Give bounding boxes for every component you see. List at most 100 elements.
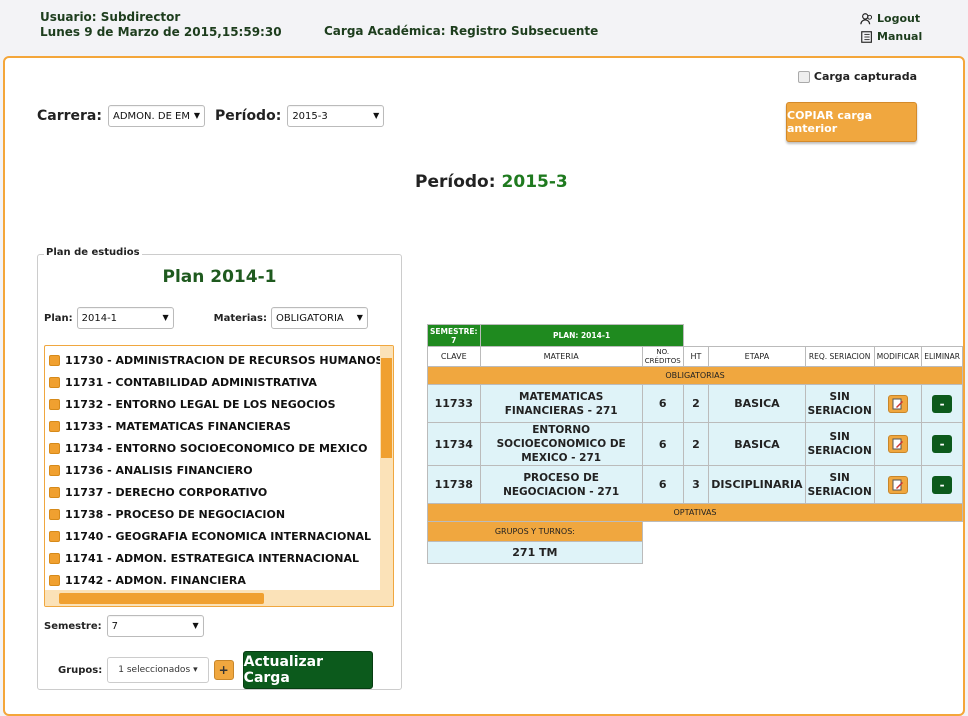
materias-list: 11730 - ADMINISTRACION DE RECURSOS HUMAN… [45, 346, 393, 591]
table-row: 11738 PROCESO DE NEGOCIACION - 271 6 3 D… [427, 465, 963, 504]
actualizar-carga-button[interactable]: Actualizar Carga [242, 651, 373, 689]
scrollbar-thumb[interactable] [59, 593, 264, 604]
cell-req: SIN SERIACION [804, 465, 875, 504]
carrera-label: Carrera: [37, 108, 102, 124]
cell-materia: PROCESO DE NEGOCIACION - 271 [479, 465, 643, 504]
checkbox-icon[interactable] [49, 486, 60, 498]
list-item[interactable]: 11734 - ENTORNO SOCIOECONOMICO DE MEXICO [47, 437, 393, 459]
plan-estudios-box: Plan de estudios Plan 2014-1 Plan: 2014-… [37, 247, 402, 690]
cell-clave: 11734 [427, 422, 481, 466]
delete-button[interactable]: - [932, 435, 953, 453]
carga-capturada[interactable]: Carga capturada [797, 70, 917, 83]
header-links: Logout Manual [860, 10, 922, 46]
semestre-select[interactable]: 7 ▼ [106, 615, 204, 637]
scrollbar-thumb[interactable] [381, 358, 392, 458]
grupos-turnos-value: 271 TM [427, 541, 643, 564]
list-item[interactable]: 11730 - ADMINISTRACION DE RECURSOS HUMAN… [47, 349, 393, 371]
cell-clave: 11733 [427, 384, 481, 423]
cell-materia: ENTORNO SOCIOECONOMICO DE MEXICO - 271 [479, 422, 643, 466]
checkbox-icon[interactable] [49, 354, 60, 366]
cell-clave: 11738 [427, 465, 481, 504]
grupos-dropdown[interactable]: 1 seleccionados ▾ [107, 657, 209, 683]
plan-label: Plan: [44, 312, 73, 324]
book-icon [861, 31, 872, 43]
filters: Carrera: ADMON. DE EM ▼ Período: 2015-3 … [37, 105, 385, 127]
plan-select[interactable]: 2014-1 ▼ [76, 307, 174, 329]
checkbox-icon[interactable] [49, 552, 60, 564]
edit-icon[interactable] [887, 475, 908, 494]
add-grupo-button[interactable]: + [213, 660, 234, 680]
datetime: Lunes 9 de Marzo de 2015,15:59:30 [40, 25, 282, 39]
cell-eliminar: - [921, 465, 963, 504]
edit-icon[interactable] [887, 435, 908, 453]
list-item[interactable]: 11736 - ANALISIS FINANCIERO [47, 459, 393, 481]
cell-modificar [873, 465, 923, 504]
users-icon [860, 13, 873, 25]
periodo-heading-value: 2015-3 [501, 172, 568, 192]
cell-ht: 3 [682, 465, 710, 504]
delete-button[interactable]: - [932, 394, 953, 413]
plan-header: PLAN: 2014-1 [479, 324, 684, 347]
edit-icon[interactable] [887, 394, 908, 413]
list-item[interactable]: 11738 - PROCESO DE NEGOCIACION [47, 503, 393, 525]
grupos-value: 1 seleccionados [118, 665, 191, 675]
list-item[interactable]: 11741 - ADMON. ESTRATEGICA INTERNACIONAL [47, 547, 393, 569]
col-etapa: ETAPA [708, 346, 806, 367]
col-clave: CLAVE [427, 346, 481, 367]
materias-select[interactable]: OBLIGATORIA ▼ [270, 307, 368, 329]
checkbox-icon[interactable] [49, 420, 60, 432]
list-item[interactable]: 11737 - DERECHO CORPORATIVO [47, 481, 393, 503]
optativas-band: OPTATIVAS [427, 503, 963, 522]
cell-req: SIN SERIACION [804, 384, 875, 423]
list-item-label: 11740 - GEOGRAFIA ECONOMICA INTERNACIONA… [65, 529, 372, 543]
plan-title: Plan 2014-1 [162, 267, 277, 287]
carga-capturada-checkbox[interactable] [797, 70, 810, 83]
carrera-select[interactable]: ADMON. DE EM ▼ [107, 105, 205, 127]
copiar-carga-button[interactable]: COPIAR carga anterior [786, 102, 917, 142]
vertical-scrollbar[interactable] [380, 346, 393, 592]
grupos-turnos-header: GRUPOS Y TURNOS: [427, 521, 643, 542]
manual-label: Manual [877, 30, 923, 43]
delete-button[interactable]: - [932, 475, 953, 494]
checkbox-icon[interactable] [49, 398, 60, 410]
empty-cell [683, 325, 962, 347]
logout-link[interactable]: Logout [860, 10, 922, 28]
col-creditos: NO. CRÉDITOS [641, 346, 684, 367]
carrera-value: ADMON. DE EM [112, 110, 191, 122]
chevron-down-icon: ▼ [193, 111, 200, 120]
periodo-select[interactable]: 2015-3 ▼ [287, 105, 385, 127]
plan-legend: Plan de estudios [44, 247, 142, 258]
list-item[interactable]: 11740 - GEOGRAFIA ECONOMICA INTERNACIONA… [47, 525, 393, 547]
plan-value: 2014-1 [81, 312, 118, 324]
checkbox-icon[interactable] [49, 574, 60, 586]
list-item[interactable]: 11732 - ENTORNO LEGAL DE LOS NEGOCIOS [47, 393, 393, 415]
cell-creditos: 6 [641, 422, 684, 466]
semestre-value: 7 [111, 620, 119, 632]
list-item[interactable]: 11731 - CONTABILIDAD ADMINISTRATIVA [47, 371, 393, 393]
checkbox-icon[interactable] [49, 464, 60, 476]
checkbox-icon[interactable] [49, 508, 60, 520]
col-modificar: MODIFICAR [873, 346, 923, 367]
list-item-label: 11731 - CONTABILIDAD ADMINISTRATIVA [65, 375, 317, 389]
chevron-down-icon: ▼ [356, 313, 363, 322]
cell-materia: MATEMATICAS FINANCIERAS - 271 [479, 384, 643, 423]
carga-table: SEMESTRE: 7 PLAN: 2014-1 CLAVE MATERIA N… [427, 324, 963, 564]
list-item[interactable]: 11733 - MATEMATICAS FINANCIERAS [47, 415, 393, 437]
horizontal-scrollbar[interactable] [45, 590, 393, 606]
list-item-label: 11741 - ADMON. ESTRATEGICA INTERNACIONAL [65, 551, 360, 565]
semestre-row: Semestre: 7 ▼ [44, 615, 204, 637]
checkbox-icon[interactable] [49, 376, 60, 388]
manual-link[interactable]: Manual [860, 28, 922, 46]
materias-listbox[interactable]: 11730 - ADMINISTRACION DE RECURSOS HUMAN… [44, 345, 394, 607]
periodo-heading: Período: 2015-3 [415, 172, 568, 192]
materias-label: Materias: [213, 312, 267, 324]
page-title: Carga Académica: Registro Subsecuente [324, 24, 599, 38]
list-item[interactable]: 11742 - ADMON. FINANCIERA [47, 569, 393, 591]
main-panel: Carga capturada COPIAR carga anterior Ca… [3, 56, 965, 716]
list-item-label: 11738 - PROCESO DE NEGOCIACION [65, 507, 286, 521]
checkbox-icon[interactable] [49, 442, 60, 454]
chevron-down-icon: ▼ [192, 621, 199, 630]
checkbox-icon[interactable] [49, 530, 60, 542]
user-name: Usuario: Subdirector [40, 10, 181, 24]
cell-ht: 2 [682, 422, 710, 466]
